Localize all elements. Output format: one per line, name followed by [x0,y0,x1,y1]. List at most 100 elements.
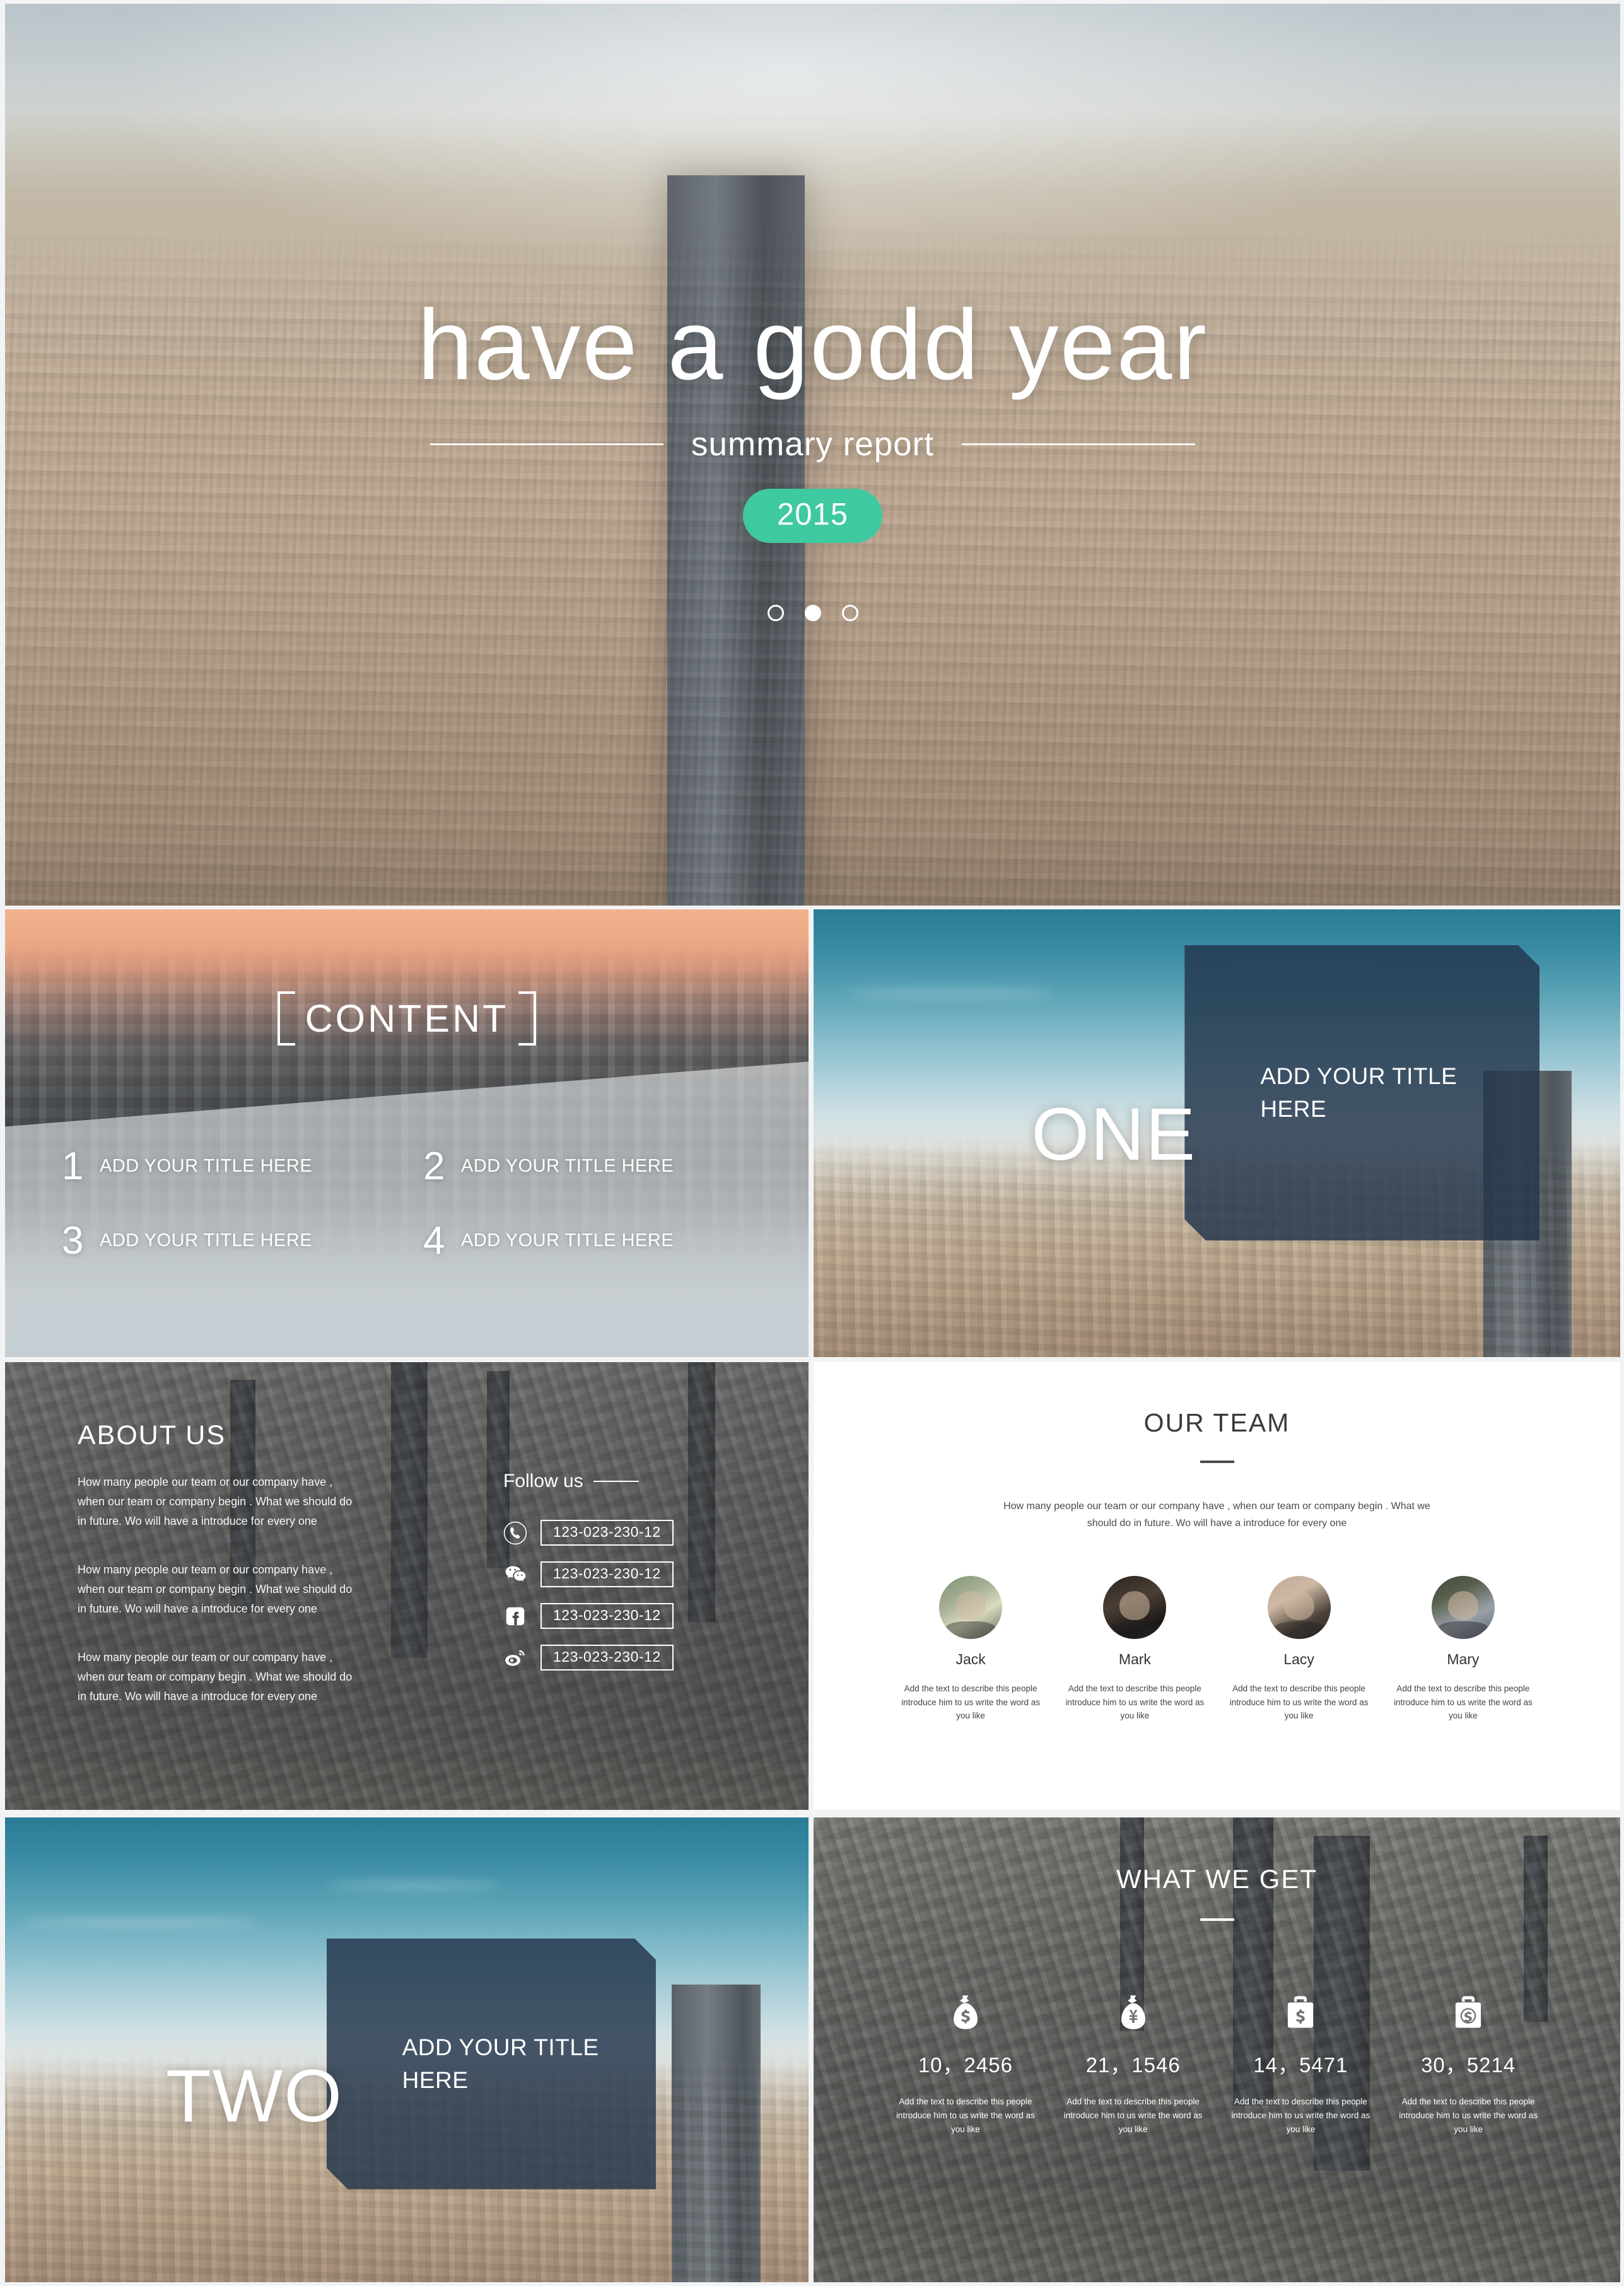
follow-us-label: Follow us [503,1471,583,1491]
contact-row-wechat[interactable]: 123-023-230-12 [503,1561,674,1587]
section-one-title-box: ADD YOUR TITLE HERE [1184,945,1539,1241]
carousel-dot-2-active[interactable] [804,605,821,621]
money-bag-yen-icon [1116,1994,1150,2031]
stat-description: Add the text to describe this people int… [896,2097,1035,2134]
stat-value: 21，1546 [1085,2053,1181,2077]
get-title-rule [1200,1918,1234,1921]
avatar [1431,1576,1495,1640]
team-members-grid: Jack Add the text to describe this peopl… [896,1576,1538,1723]
section-one-slide[interactable]: ADD YOUR TITLE HERE ONE [814,909,1620,1357]
content-item-number: 3 [62,1218,84,1263]
content-item-2[interactable]: 2 ADD YOUR TITLE HERE [423,1145,768,1188]
get-stats-grid: 10，2456 Add the text to describe this pe… [888,1994,1546,2137]
year-badge[interactable]: 2015 [742,489,882,543]
phone-icon [503,1521,527,1545]
money-bag-dollar-icon [949,1994,983,2031]
section-one-number: ONE [1031,1093,1197,1177]
stat-value: 14，5471 [1253,2053,1348,2077]
team-member-lacy[interactable]: Lacy Add the text to describe this peopl… [1224,1576,1374,1723]
about-paragraph-1: How many people our team or our company … [78,1476,353,1527]
content-item-number: 1 [62,1145,84,1188]
member-description: Add the text to describe this people int… [1065,1684,1205,1721]
contact-row-facebook[interactable]: 123-023-230-12 [503,1603,674,1629]
weibo-icon [503,1646,527,1670]
follow-us-rule [593,1481,639,1482]
member-description: Add the text to describe this people int… [1229,1684,1369,1721]
briefcase-dollar-round-icon [1451,1994,1485,2031]
carousel-dots[interactable] [767,605,858,621]
member-name: Lacy [1283,1651,1314,1668]
content-title-group: CONTENT [5,991,809,1046]
avatar [1103,1576,1167,1640]
about-paragraph-2: How many people our team or our company … [78,1563,353,1615]
member-name: Mary [1447,1651,1480,1668]
title-slide[interactable]: have a godd year summary report 2015 [5,4,1620,906]
team-title-rule [1200,1461,1234,1463]
section-two-title: ADD YOUR TITLE HERE [402,2034,599,2093]
page-title: have a godd year [417,289,1208,400]
stat-item-1[interactable]: 10，2456 Add the text to describe this pe… [888,1994,1043,2137]
stat-item-3[interactable]: 14，5471 Add the text to describe this pe… [1224,1994,1379,2137]
content-title: CONTENT [305,997,509,1040]
content-item-label: ADD YOUR TITLE HERE [100,1230,313,1251]
team-member-mary[interactable]: Mary Add the text to describe this peopl… [1388,1576,1538,1723]
stat-item-4[interactable]: 30，5214 Add the text to describe this pe… [1391,1994,1546,2137]
get-title: WHAT WE GET [1116,1864,1318,1894]
content-item-3[interactable]: 3 ADD YOUR TITLE HERE [62,1218,407,1263]
member-name: Mark [1118,1651,1151,1668]
stat-item-2[interactable]: 21，1546 Add the text to describe this pe… [1056,1994,1211,2137]
our-team-slide[interactable]: OUR TEAM How many people our team or our… [814,1362,1620,1810]
team-member-jack[interactable]: Jack Add the text to describe this peopl… [896,1576,1046,1723]
stat-description: Add the text to describe this people int… [1399,2097,1538,2134]
member-description: Add the text to describe this people int… [1393,1684,1533,1721]
stat-description: Add the text to describe this people int… [1063,2097,1203,2134]
subtitle-row: summary report [429,425,1196,464]
bracket-right-icon [518,991,537,1046]
content-item-number: 4 [423,1218,445,1263]
contact-value: 123-023-230-12 [540,1561,674,1587]
carousel-dot-1[interactable] [767,605,784,621]
contact-list: 123-023-230-12 123-023-230-12 123-023-23… [503,1520,674,1686]
content-item-number: 2 [423,1145,445,1188]
content-slide[interactable]: CONTENT 1 ADD YOUR TITLE HERE 2 ADD YOUR… [5,909,809,1357]
facebook-icon [503,1604,527,1628]
rule-left [429,443,663,445]
about-paragraph-3: How many people our team or our company … [78,1650,353,1703]
contact-value: 123-023-230-12 [540,1645,674,1671]
content-item-4[interactable]: 4 ADD YOUR TITLE HERE [423,1218,768,1263]
member-description: Add the text to describe this people int… [901,1684,1041,1721]
rule-right [962,443,1196,445]
avatar [1267,1576,1331,1640]
section-two-slide[interactable]: ADD YOUR TITLE HERE TWO [5,1817,809,2282]
stat-value: 10，2456 [918,2053,1013,2077]
avatar [939,1576,1003,1640]
about-us-slide[interactable]: ABOUT US How many people our team or our… [5,1362,809,1810]
section-one-title: ADD YOUR TITLE HERE [1260,1063,1458,1123]
team-title: OUR TEAM [1143,1408,1290,1437]
content-items-grid: 1 ADD YOUR TITLE HERE 2 ADD YOUR TITLE H… [62,1145,768,1263]
section-two-number: TWO [165,2055,344,2138]
content-item-1[interactable]: 1 ADD YOUR TITLE HERE [62,1145,407,1188]
contact-value: 123-023-230-12 [540,1603,674,1629]
content-item-label: ADD YOUR TITLE HERE [100,1156,313,1177]
follow-us-header: Follow us [503,1471,639,1492]
content-item-label: ADD YOUR TITLE HERE [461,1156,674,1177]
stat-description: Add the text to describe this people int… [1231,2097,1370,2134]
contact-value: 123-023-230-12 [540,1520,674,1546]
about-paragraphs: How many people our team or our company … [78,1472,361,1735]
bracket-left-icon [277,991,295,1046]
team-intro: How many people our team or our company … [1003,1501,1430,1529]
briefcase-dollar-icon [1283,1994,1317,2031]
contact-row-weibo[interactable]: 123-023-230-12 [503,1645,674,1671]
team-member-mark[interactable]: Mark Add the text to describe this peopl… [1060,1576,1210,1723]
contact-row-phone[interactable]: 123-023-230-12 [503,1520,674,1546]
section-two-title-box: ADD YOUR TITLE HERE [327,1939,656,2190]
carousel-dot-3[interactable] [841,605,858,621]
slide-deck: have a godd year summary report 2015 CON… [0,0,1624,2286]
stat-value: 30，5214 [1421,2053,1516,2077]
about-title: ABOUT US [78,1420,226,1450]
what-we-get-slide[interactable]: WHAT WE GET 10，2456 Add the text to desc… [814,1817,1620,2282]
wechat-icon [503,1563,527,1587]
member-name: Jack [955,1651,986,1668]
content-item-label: ADD YOUR TITLE HERE [461,1230,674,1251]
